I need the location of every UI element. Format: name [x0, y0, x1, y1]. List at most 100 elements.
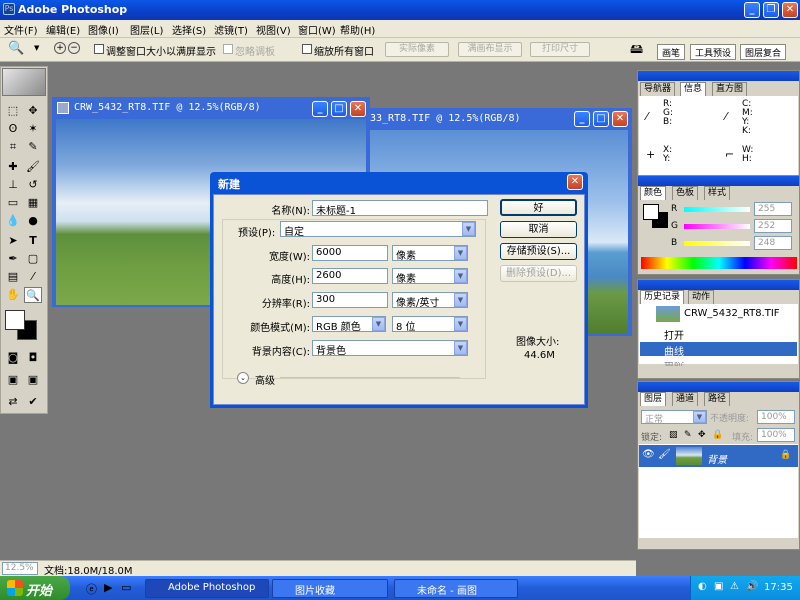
- color-tab[interactable]: 颜色: [640, 186, 667, 200]
- lock-image-icon[interactable]: ✎: [684, 430, 692, 440]
- hand-tool-icon[interactable]: ✋: [4, 287, 22, 303]
- zoom-level-field[interactable]: 12.5%: [2, 562, 38, 575]
- zoom-out-icon[interactable]: −: [68, 42, 80, 54]
- tray-icon-1[interactable]: ◐: [698, 581, 707, 592]
- notes-tool-icon[interactable]: ▤: [4, 269, 22, 285]
- ignore-palettes-checkbox[interactable]: [223, 44, 233, 54]
- tray-icon-3[interactable]: ⚠: [730, 581, 739, 592]
- ok-button[interactable]: 好: [500, 199, 577, 216]
- height-field[interactable]: 2600: [312, 268, 388, 284]
- delete-preset-button[interactable]: 删除预设(D)...: [500, 265, 577, 282]
- document-window-2-maximize-button[interactable]: □: [593, 111, 609, 127]
- menu-select[interactable]: 选择(S): [172, 22, 206, 37]
- width-unit-select[interactable]: 像素 ▼: [392, 245, 468, 262]
- quick-mask-icon[interactable]: ◘: [24, 350, 42, 366]
- screen-mode-standard-icon[interactable]: ▣: [4, 372, 22, 388]
- actions-tab[interactable]: 动作: [688, 290, 715, 304]
- restore-button[interactable]: ❐: [763, 2, 779, 18]
- marquee-tool-icon[interactable]: ⬚: [4, 103, 22, 119]
- media-player-icon[interactable]: ▶: [104, 581, 112, 594]
- gradient-tool-icon[interactable]: ▦: [24, 195, 42, 211]
- background-contents-select[interactable]: 背景色 ▼: [312, 340, 468, 357]
- menu-window[interactable]: 窗口(W): [298, 22, 336, 37]
- document-window-2-minimize-button[interactable]: _: [574, 111, 590, 127]
- height-unit-select[interactable]: 像素 ▼: [392, 268, 468, 285]
- opacity-value[interactable]: 100%: [757, 410, 795, 424]
- swatches-tab[interactable]: 色板: [672, 186, 699, 200]
- healing-brush-tool-icon[interactable]: ✚: [4, 159, 22, 175]
- task-photoshop[interactable]: Adobe Photoshop: [145, 579, 269, 598]
- resolution-unit-select[interactable]: 像素/英寸 ▼: [392, 292, 468, 309]
- brush-tool-icon[interactable]: 🖌: [24, 159, 42, 175]
- histogram-tab[interactable]: 直方图: [712, 82, 748, 96]
- pen-tool-icon[interactable]: ✒: [4, 251, 22, 267]
- b-slider[interactable]: [684, 241, 750, 246]
- menu-view[interactable]: 视图(V): [256, 22, 291, 37]
- save-preset-button[interactable]: 存储预设(S)...: [500, 243, 577, 260]
- resolution-field[interactable]: 300: [312, 292, 388, 308]
- zoom-in-icon[interactable]: +: [54, 42, 66, 54]
- document-window-1-close-button[interactable]: ✕: [350, 101, 366, 117]
- layers-tab[interactable]: 图层: [640, 392, 667, 406]
- clone-stamp-tool-icon[interactable]: ⊥: [4, 177, 22, 193]
- clock[interactable]: 17:35: [764, 582, 793, 593]
- lock-transparency-icon[interactable]: ▨: [669, 430, 678, 440]
- menu-help[interactable]: 帮助(H): [340, 22, 375, 37]
- foreground-color-swatch[interactable]: [5, 310, 25, 330]
- standard-mode-icon[interactable]: ◙: [4, 350, 22, 366]
- task-picture-folder[interactable]: 图片收藏: [272, 579, 388, 598]
- cancel-button[interactable]: 取消: [500, 221, 577, 238]
- lock-all-icon[interactable]: 🔒: [712, 430, 723, 440]
- layer-comps-tab[interactable]: 图层复合: [740, 44, 787, 60]
- r-slider[interactable]: [684, 207, 750, 212]
- magic-wand-tool-icon[interactable]: ✶: [24, 121, 42, 137]
- file-browser-icon[interactable]: 🖴: [630, 40, 643, 62]
- crop-tool-icon[interactable]: ⌗: [4, 139, 22, 155]
- menu-layer[interactable]: 图层(L): [130, 22, 163, 37]
- lasso-tool-icon[interactable]: ʘ: [4, 121, 22, 137]
- dialog-close-button[interactable]: ✕: [567, 174, 583, 190]
- resize-windows-checkbox[interactable]: [94, 44, 104, 54]
- close-button[interactable]: ✕: [782, 2, 798, 18]
- ie-icon[interactable]: ⓔ: [86, 581, 97, 597]
- type-tool-icon[interactable]: T: [24, 233, 42, 249]
- fill-value[interactable]: 100%: [757, 428, 795, 442]
- show-desktop-icon[interactable]: ▭: [121, 581, 131, 594]
- menu-edit[interactable]: 编辑(E): [46, 22, 80, 37]
- blur-tool-icon[interactable]: 💧: [4, 213, 22, 229]
- actual-pixels-button[interactable]: 实际像素: [385, 42, 449, 57]
- fit-on-screen-button[interactable]: 满画布显示: [458, 42, 522, 57]
- move-tool-icon[interactable]: ✥: [24, 103, 42, 119]
- g-value[interactable]: 252: [754, 219, 792, 233]
- width-field[interactable]: 6000: [312, 245, 388, 261]
- slice-tool-icon[interactable]: ✎: [24, 139, 42, 155]
- color-mode-select[interactable]: RGB 颜色 ▼: [312, 316, 386, 333]
- styles-tab[interactable]: 样式: [704, 186, 731, 200]
- channels-tab[interactable]: 通道: [672, 392, 699, 406]
- history-brush-tool-icon[interactable]: ↺: [24, 177, 42, 193]
- path-selection-tool-icon[interactable]: ➤: [4, 233, 22, 249]
- zoom-all-checkbox[interactable]: [302, 44, 312, 54]
- document-window-1-maximize-button[interactable]: □: [331, 101, 347, 117]
- r-value[interactable]: 255: [754, 202, 792, 216]
- eye-icon[interactable]: 👁: [642, 449, 655, 460]
- info-tab[interactable]: 信息: [680, 82, 707, 96]
- jump-to-imageready-icon[interactable]: ⇄: [4, 394, 22, 410]
- document-window-1-minimize-button[interactable]: _: [312, 101, 328, 117]
- advanced-label[interactable]: 高级: [255, 372, 275, 387]
- jump-icon[interactable]: ✔: [24, 394, 42, 410]
- name-field[interactable]: 未标题-1: [312, 200, 488, 217]
- zoom-tool-selected-icon[interactable]: 🔍: [24, 287, 42, 303]
- preset-select[interactable]: 自定 ▼: [280, 221, 476, 238]
- menu-image[interactable]: 图像(I): [88, 22, 119, 37]
- menu-filter[interactable]: 滤镜(T): [214, 22, 248, 37]
- tray-icon-2[interactable]: ▣: [714, 581, 723, 592]
- zoom-tool-icon[interactable]: 🔍: [8, 41, 24, 56]
- tool-preset-chevron-icon[interactable]: ▼: [34, 44, 39, 52]
- print-size-button[interactable]: 打印尺寸: [530, 42, 590, 57]
- eyedropper-tool-icon[interactable]: ⁄: [24, 269, 42, 285]
- navigator-tab[interactable]: 导航器: [640, 82, 676, 96]
- paths-tab[interactable]: 路径: [704, 392, 731, 406]
- b-value[interactable]: 248: [754, 236, 792, 250]
- history-item-curves[interactable]: 曲线: [640, 342, 797, 358]
